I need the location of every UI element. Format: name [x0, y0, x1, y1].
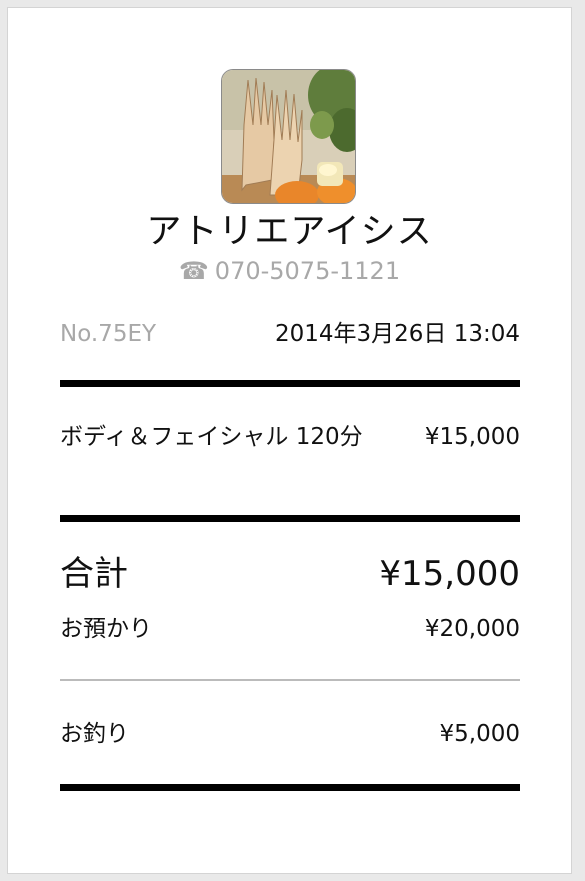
line-item-price: ¥15,000 [424, 424, 520, 450]
total-value: ¥15,000 [379, 554, 520, 594]
line-item-name: ボディ＆フェイシャル 120分 [60, 424, 363, 450]
received-value: ¥20,000 [424, 616, 520, 642]
receipt-meta-row: No.75EY 2014年3月26日 13:04 [60, 318, 520, 350]
receipt-datetime: 2014年3月26日 13:04 [274, 321, 520, 347]
receipt-number: No.75EY [60, 321, 157, 347]
divider-thin [60, 679, 520, 681]
shop-name: アトリエアイシス [146, 212, 433, 252]
receipt-card: アトリエアイシス ☎ 070-5075-1121 No.75EY 2014年3月2… [7, 7, 572, 874]
total-row: 合計 ¥15,000 [60, 551, 520, 597]
shop-photo [221, 69, 356, 204]
divider-thick [60, 784, 520, 791]
shop-phone-number[interactable]: 070-5075-1121 [215, 257, 400, 285]
received-row: お預かり ¥20,000 [60, 613, 520, 645]
change-label: お釣り [60, 721, 129, 747]
shop-phone-line[interactable]: ☎ 070-5075-1121 [8, 256, 571, 286]
divider-thick [60, 515, 520, 522]
phone-icon: ☎ [178, 257, 209, 285]
divider-thick [60, 380, 520, 387]
total-label: 合計 [60, 554, 128, 594]
change-row: お釣り ¥5,000 [60, 718, 520, 750]
received-label: お預かり [60, 616, 152, 642]
change-value: ¥5,000 [439, 721, 520, 747]
